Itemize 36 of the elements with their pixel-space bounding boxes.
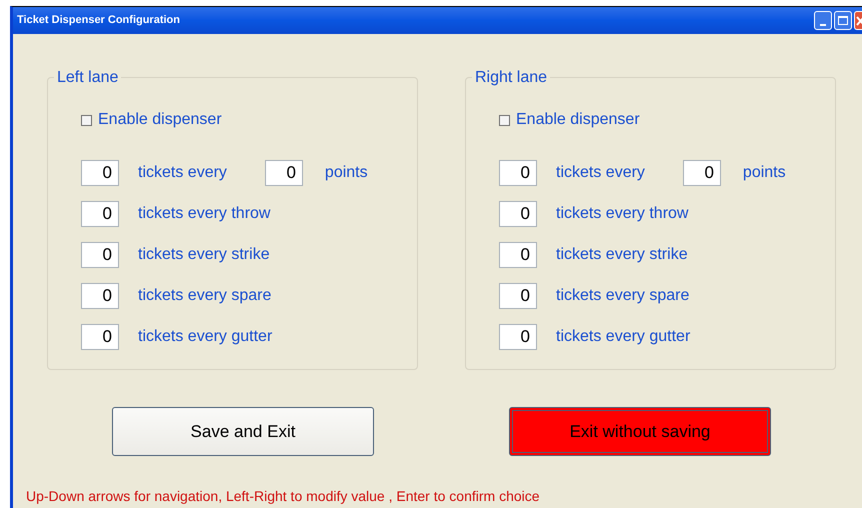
number-field[interactable]: 0: [499, 283, 537, 309]
row-label: tickets every throw: [138, 204, 270, 224]
row-label: tickets every spare: [556, 286, 690, 306]
window-title: Ticket Dispenser Configuration: [17, 13, 181, 28]
number-field[interactable]: 0: [264, 160, 303, 186]
number-field[interactable]: 0: [81, 160, 119, 186]
dialog-button[interactable]: Exit without saving: [509, 407, 771, 456]
row-label: points: [742, 163, 786, 183]
row-label: tickets every spare: [138, 286, 272, 306]
checkbox[interactable]: [499, 114, 510, 126]
number-field[interactable]: 0: [499, 160, 537, 186]
maximize-button[interactable]: [834, 11, 852, 30]
number-field[interactable]: 0: [499, 324, 537, 350]
row-label: tickets every strike: [556, 245, 688, 265]
number-field[interactable]: 0: [81, 324, 119, 350]
checkbox-label: Enable dispenser: [516, 110, 640, 130]
number-field[interactable]: 0: [682, 160, 721, 186]
close-icon: [856, 16, 862, 26]
number-field[interactable]: 0: [81, 242, 119, 268]
close-button[interactable]: [854, 11, 862, 30]
number-field[interactable]: 0: [81, 201, 119, 227]
dialog-button[interactable]: Save and Exit: [112, 407, 374, 456]
row-label: tickets every strike: [138, 245, 270, 265]
row-label: points: [324, 163, 368, 183]
number-field[interactable]: 0: [81, 283, 119, 309]
row-label: tickets every gutter: [556, 327, 690, 347]
number-field[interactable]: 0: [499, 242, 537, 268]
row-label: tickets every throw: [556, 204, 688, 224]
checkbox-label: Enable dispenser: [98, 110, 222, 130]
checkbox[interactable]: [81, 114, 92, 126]
number-field[interactable]: 0: [499, 201, 537, 227]
hint-text: Up-Down arrows for navigation, Left-Right to modify value , Enter to confirm choice: [26, 487, 541, 506]
row-label: tickets every: [138, 163, 227, 183]
row-label: tickets every gutter: [138, 327, 272, 347]
row-label: tickets every: [556, 163, 645, 183]
minimize-button[interactable]: [814, 11, 832, 30]
